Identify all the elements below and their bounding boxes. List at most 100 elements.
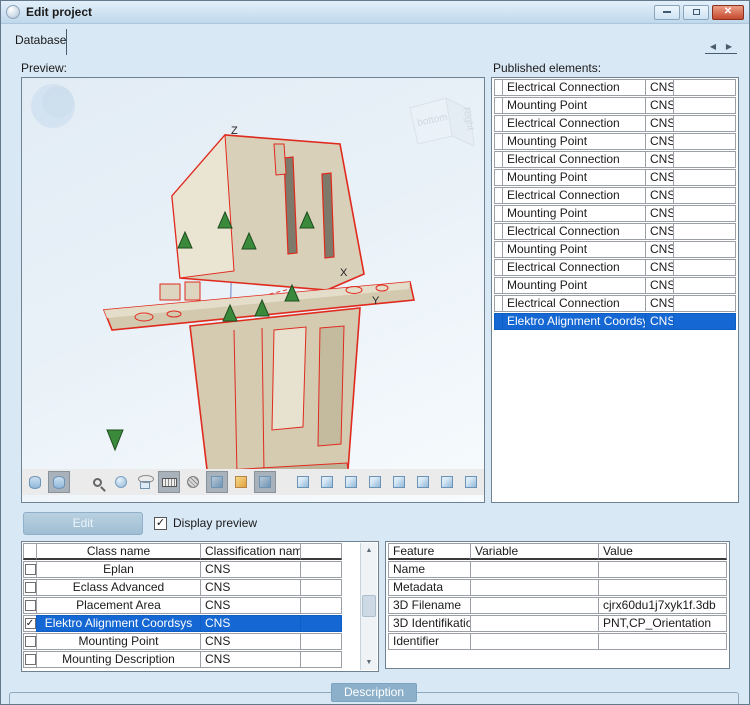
feature-cell-feat: Name bbox=[388, 561, 471, 578]
published-row[interactable]: Mounting PointCNS bbox=[494, 205, 736, 222]
row-checkbox[interactable] bbox=[25, 654, 36, 665]
feature-cell-var bbox=[470, 633, 599, 650]
view-cube-4-icon[interactable] bbox=[364, 471, 386, 493]
minimize-button[interactable] bbox=[654, 5, 680, 20]
published-row[interactable]: Electrical ConnectionCNS bbox=[494, 151, 736, 168]
published-cell-cns: CNS bbox=[645, 223, 674, 240]
feature-row[interactable]: Identifier bbox=[388, 633, 727, 650]
tab-database[interactable]: Database bbox=[15, 33, 66, 47]
class-table-scrollbar[interactable]: ▲ ▼ bbox=[360, 543, 377, 670]
display-wireframe-icon[interactable] bbox=[21, 471, 22, 493]
class-cell-clsn: CNS bbox=[200, 561, 301, 578]
scroll-thumb[interactable] bbox=[362, 595, 376, 617]
published-row[interactable]: Electrical ConnectionCNS bbox=[494, 115, 736, 132]
tab-scroll-right-icon[interactable]: ▶ bbox=[721, 39, 737, 53]
class-cell-clsn: CNS bbox=[200, 633, 301, 650]
view-cube-2-icon[interactable] bbox=[316, 471, 338, 493]
published-cell-name: Mounting Point bbox=[502, 277, 646, 294]
row-checkbox-cell: ✓ bbox=[23, 615, 37, 632]
row-checkbox[interactable] bbox=[25, 582, 36, 593]
feature-row[interactable]: 3D IdentifikationPNT,CP_Orientation bbox=[388, 615, 727, 632]
published-cell-ext bbox=[673, 205, 736, 222]
shaded-view-icon[interactable] bbox=[254, 471, 276, 493]
class-row[interactable]: Placement AreaCNS bbox=[23, 597, 360, 614]
row-checkbox[interactable] bbox=[25, 636, 36, 647]
rotate-view-icon[interactable] bbox=[134, 471, 156, 493]
published-row[interactable]: Elektro Alignment CoordsysCNS bbox=[494, 313, 736, 330]
description-header[interactable]: Description bbox=[331, 683, 417, 702]
published-cell-cns: CNS bbox=[645, 277, 674, 294]
highlight-faces-icon[interactable] bbox=[230, 471, 252, 493]
class-table: Class nameClassification nameEplanCNSEcl… bbox=[21, 541, 379, 672]
published-row[interactable]: Mounting PointCNS bbox=[494, 169, 736, 186]
published-row[interactable]: Mounting PointCNS bbox=[494, 277, 736, 294]
minimize-icon bbox=[663, 11, 671, 13]
view-cube-3-icon[interactable] bbox=[340, 471, 362, 493]
zoom-icon[interactable] bbox=[86, 471, 108, 493]
class-row[interactable]: Mounting DescriptionCNS bbox=[23, 651, 360, 668]
close-button[interactable]: ✕ bbox=[712, 5, 744, 20]
display-preview-checkbox[interactable]: ✓ bbox=[154, 517, 167, 530]
tab-divider bbox=[66, 29, 67, 55]
published-cell-name: Electrical Connection bbox=[502, 223, 646, 240]
class-row[interactable]: EplanCNS bbox=[23, 561, 360, 578]
view-cube-1-icon[interactable] bbox=[292, 471, 314, 493]
published-cell-name: Mounting Point bbox=[502, 241, 646, 258]
published-cell-ext bbox=[673, 295, 736, 312]
axis-label-z: Z bbox=[231, 125, 238, 137]
tabstrip: Database ◀ ▶ bbox=[1, 25, 749, 57]
titlebar: Edit project ✕ bbox=[1, 1, 749, 24]
scroll-down-icon[interactable]: ▼ bbox=[361, 655, 377, 670]
row-checkbox[interactable] bbox=[25, 564, 36, 575]
published-cell-cns: CNS bbox=[645, 151, 674, 168]
row-checkbox-cell bbox=[23, 651, 37, 668]
published-row[interactable]: Mounting PointCNS bbox=[494, 133, 736, 150]
class-cell-clsn: CNS bbox=[200, 615, 301, 632]
row-checkbox-cell bbox=[23, 579, 37, 596]
published-row[interactable]: Mounting PointCNS bbox=[494, 241, 736, 258]
preview-panel[interactable]: bottom Right bbox=[21, 77, 485, 503]
feature-cell-val bbox=[598, 561, 727, 578]
class-row[interactable]: Eclass AdvancedCNS bbox=[23, 579, 360, 596]
published-row[interactable]: Electrical ConnectionCNS bbox=[494, 223, 736, 240]
view-cube-6-icon[interactable] bbox=[412, 471, 434, 493]
published-panel: Electrical ConnectionCNSMounting PointCN… bbox=[491, 77, 739, 503]
maximize-button[interactable] bbox=[683, 5, 709, 20]
tab-scroll-left-icon[interactable]: ◀ bbox=[705, 39, 721, 53]
section-view-icon[interactable] bbox=[206, 471, 228, 493]
published-cell-name: Elektro Alignment Coordsys bbox=[502, 313, 646, 330]
view-cube-8-icon[interactable] bbox=[460, 471, 482, 493]
published-cell-name: Mounting Point bbox=[502, 169, 646, 186]
feature-cell-var bbox=[470, 597, 599, 614]
published-row[interactable]: Electrical ConnectionCNS bbox=[494, 79, 736, 96]
measure-icon[interactable] bbox=[158, 471, 180, 493]
published-row[interactable]: Electrical ConnectionCNS bbox=[494, 259, 736, 276]
feature-row[interactable]: Name bbox=[388, 561, 727, 578]
display-shaded-icon[interactable] bbox=[24, 471, 46, 493]
row-checkbox[interactable]: ✓ bbox=[25, 618, 36, 629]
class-row[interactable]: ✓Elektro Alignment CoordsysCNS bbox=[23, 615, 360, 632]
edit-button[interactable]: Edit bbox=[23, 512, 143, 535]
scroll-up-icon[interactable]: ▲ bbox=[361, 543, 377, 558]
feature-row[interactable]: Metadata bbox=[388, 579, 727, 596]
view-cube-7-icon[interactable] bbox=[436, 471, 458, 493]
display-shaded-edges-icon[interactable] bbox=[48, 471, 70, 493]
published-row[interactable]: Mounting PointCNS bbox=[494, 97, 736, 114]
feature-row[interactable]: 3D Filenamecjrx60du1j7xyk1f.3db bbox=[388, 597, 727, 614]
published-cell-ext bbox=[673, 187, 736, 204]
preview-label: Preview: bbox=[21, 61, 67, 75]
more-tools-icon[interactable] bbox=[484, 471, 485, 493]
orbit-icon[interactable] bbox=[110, 471, 132, 493]
feature-cell-feat: Feature bbox=[388, 543, 471, 560]
view-cube-5-icon[interactable] bbox=[388, 471, 410, 493]
window-title: Edit project bbox=[26, 5, 654, 19]
maximize-icon bbox=[693, 9, 700, 15]
published-row[interactable]: Electrical ConnectionCNS bbox=[494, 295, 736, 312]
published-cell-cns: CNS bbox=[645, 313, 674, 330]
class-row[interactable]: Mounting PointCNS bbox=[23, 633, 360, 650]
model-3d-viewport[interactable]: bottom Right bbox=[22, 78, 484, 502]
row-checkbox[interactable] bbox=[25, 600, 36, 611]
mesh-view-icon[interactable] bbox=[182, 471, 204, 493]
published-row[interactable]: Electrical ConnectionCNS bbox=[494, 187, 736, 204]
published-cell-cns: CNS bbox=[645, 115, 674, 132]
